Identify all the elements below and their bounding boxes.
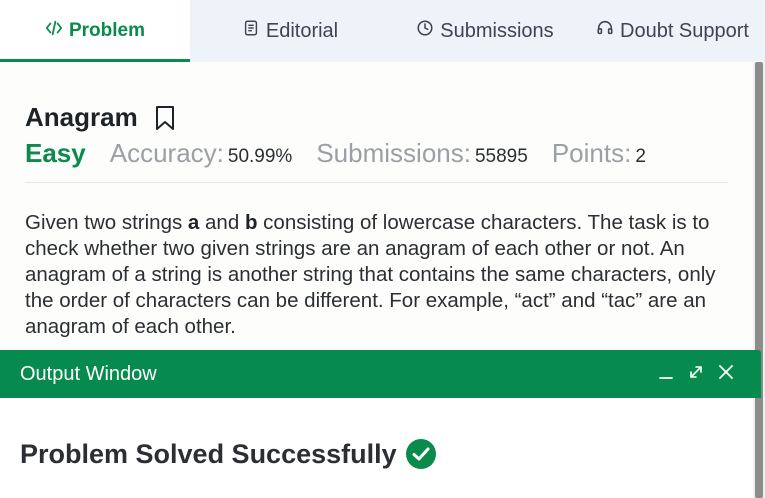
success-message-row: Problem Solved Successfully xyxy=(20,438,437,470)
problem-description: Given two strings a and b consisting of … xyxy=(25,210,730,340)
title-row: Anagram xyxy=(25,102,176,133)
problem-page: Problem Editorial Submissions Doubt Supp… xyxy=(0,0,765,498)
headset-icon xyxy=(596,19,614,43)
problem-meta: Easy Accuracy: 50.99% Submissions: 55895… xyxy=(25,138,670,169)
expand-icon[interactable] xyxy=(687,363,705,381)
tab-bar: Problem Editorial Submissions Doubt Supp… xyxy=(0,0,765,62)
difficulty-badge: Easy xyxy=(25,138,86,168)
points-label: Points: xyxy=(551,138,632,168)
accuracy-value: 50.99% xyxy=(227,146,293,167)
tab-label: Editorial xyxy=(265,19,339,42)
scrollbar[interactable] xyxy=(753,62,765,498)
document-icon xyxy=(242,19,260,43)
tab-label: Submissions xyxy=(440,19,554,42)
output-window-body: Problem Solved Successfully xyxy=(0,398,753,498)
tab-label: Doubt Support xyxy=(620,19,749,42)
code-icon xyxy=(45,19,63,43)
bookmark-icon[interactable] xyxy=(154,105,176,131)
tab-editorial[interactable]: Editorial xyxy=(190,0,390,62)
submissions-value: 55895 xyxy=(474,146,528,167)
output-window-controls xyxy=(657,363,735,381)
description-text: and xyxy=(199,211,245,234)
variable-a: a xyxy=(187,211,200,234)
minimize-icon[interactable] xyxy=(657,363,675,381)
problem-title: Anagram xyxy=(25,102,138,132)
points-value: 2 xyxy=(635,146,646,167)
close-icon[interactable] xyxy=(717,363,735,381)
tab-label: Problem xyxy=(68,20,146,41)
scrollbar-thumb[interactable] xyxy=(755,62,763,498)
divider xyxy=(25,182,728,183)
accuracy-label: Accuracy: xyxy=(109,138,224,168)
tab-doubt-support[interactable]: Doubt Support xyxy=(580,0,765,62)
clock-icon xyxy=(416,19,434,43)
output-window-title: Output Window xyxy=(20,362,157,385)
check-circle-icon xyxy=(405,438,437,470)
variable-b: b xyxy=(244,211,258,234)
output-window-header: Output Window xyxy=(0,350,761,398)
submissions-label: Submissions: xyxy=(316,138,471,168)
tab-problem[interactable]: Problem xyxy=(0,0,190,62)
tab-submissions[interactable]: Submissions xyxy=(390,0,580,62)
success-message: Problem Solved Successfully xyxy=(20,438,397,469)
description-text: Given two strings xyxy=(25,211,188,234)
